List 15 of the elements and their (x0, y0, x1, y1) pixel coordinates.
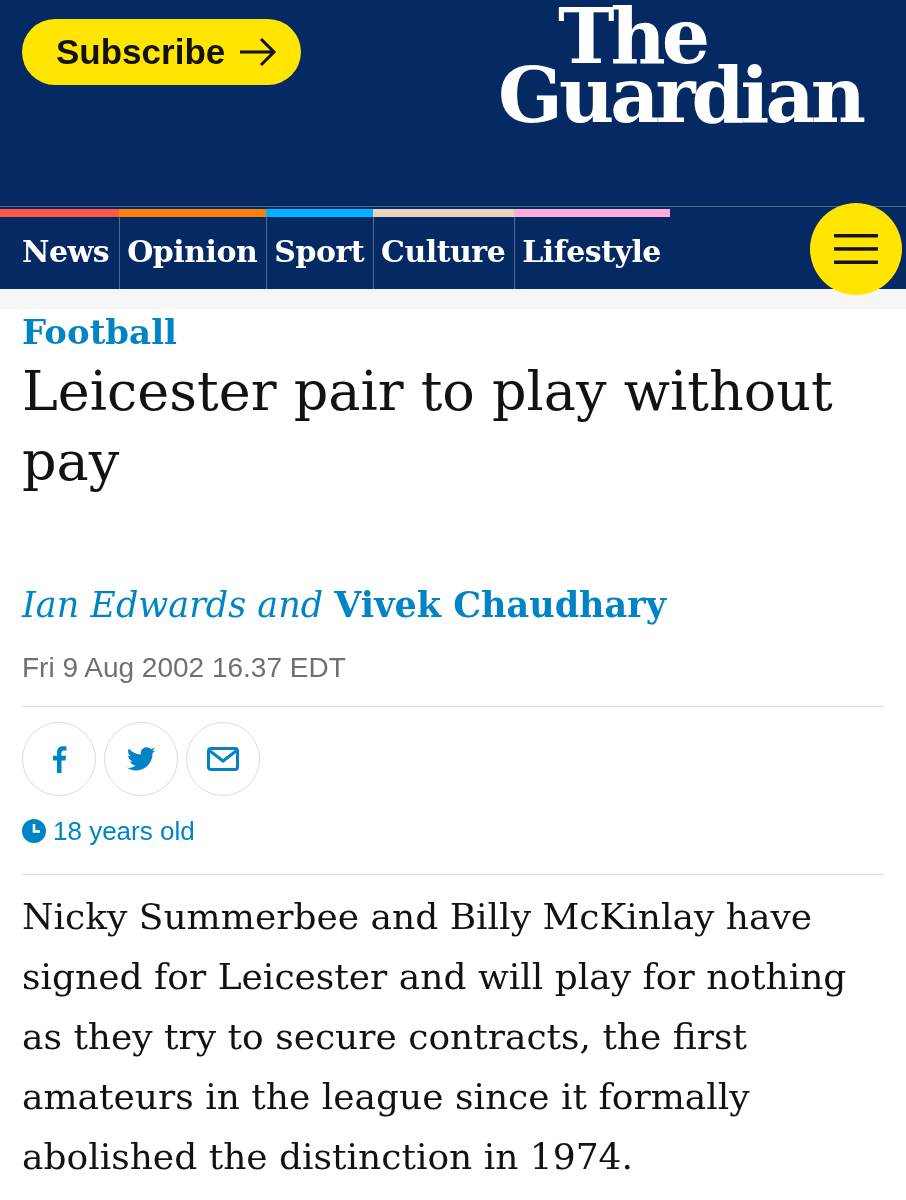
subscribe-button[interactable]: Subscribe (22, 19, 302, 85)
menu-icon (834, 234, 878, 264)
section-label[interactable]: Football (22, 309, 177, 355)
email-icon (207, 747, 239, 771)
article-age: 18 years old (53, 815, 195, 848)
headline: Leicester pair to play without pay (22, 359, 834, 495)
twitter-icon (126, 746, 156, 772)
facebook-icon (51, 745, 67, 773)
byline: Ian Edwards and Vivek Chaudhary (22, 583, 666, 627)
arrow-right-icon (239, 37, 278, 67)
nav-link[interactable]: News (0, 217, 120, 289)
article-body: Nicky Summerbee and Billy McKinlay have signed for Leicester and will play for nothing as they try to secure contracts, the first amateurs in the league since it formally abolished the distinction in 1974. (22, 895, 848, 1179)
logo[interactable]: The Guardian (498, 7, 862, 126)
clock-icon (22, 819, 46, 843)
dateline: Fri 9 Aug 2002 16.37 EDT (22, 651, 346, 685)
